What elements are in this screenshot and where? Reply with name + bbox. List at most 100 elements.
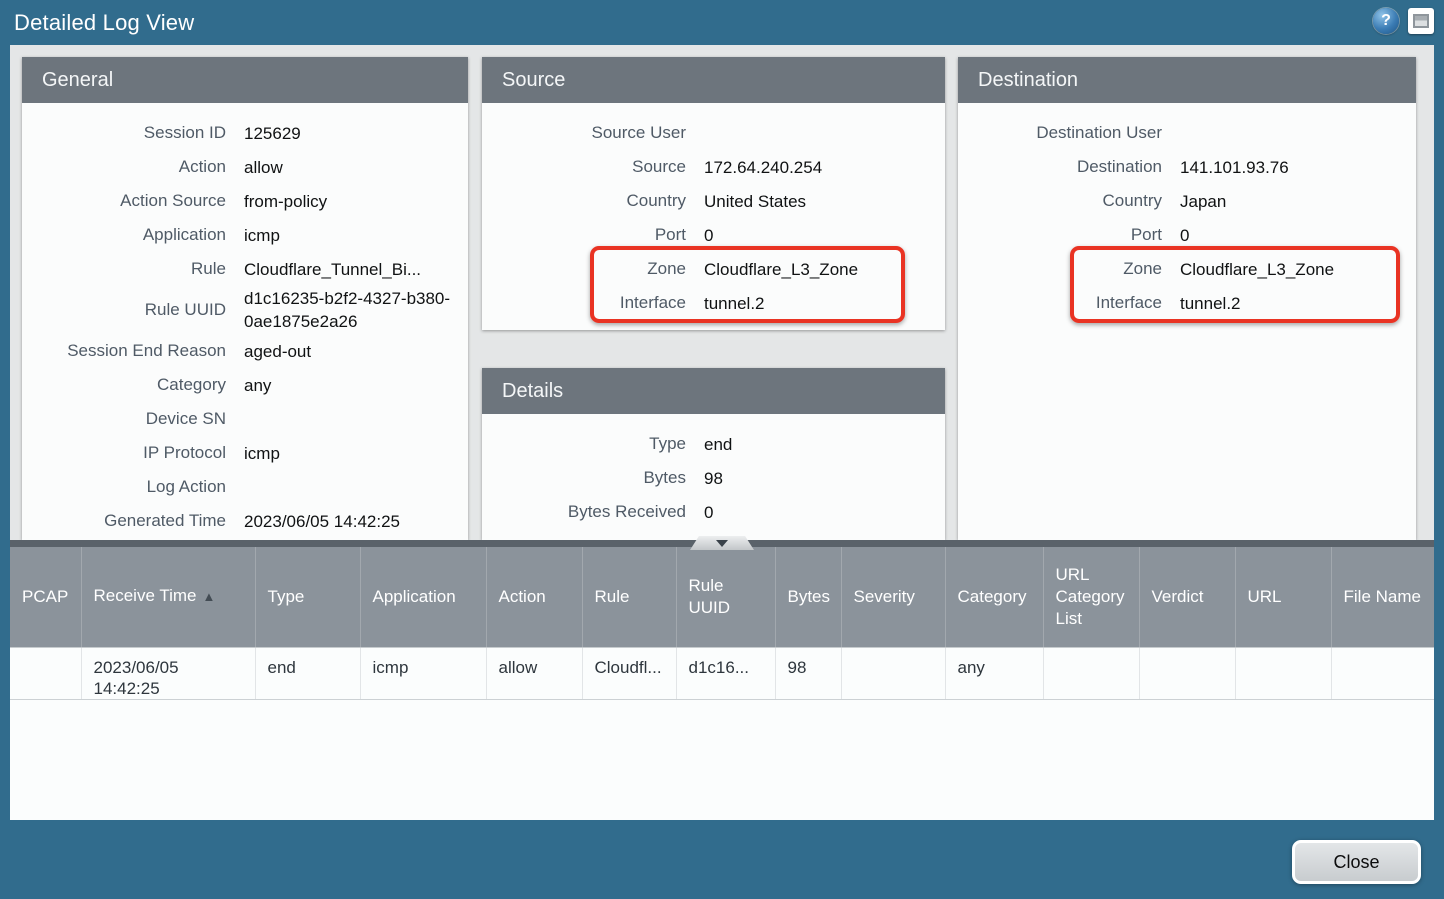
log-table: PCAP Receive Time ▲ Type Application Acti… <box>10 547 1434 700</box>
field-label: Generated Time <box>104 511 226 530</box>
column-header-severity[interactable]: Severity <box>841 547 946 648</box>
field-value: tunnel.2 <box>1180 293 1241 313</box>
close-button[interactable]: Close <box>1292 840 1421 884</box>
panel-details-title: Details <box>482 368 945 414</box>
column-header-type[interactable]: Type <box>255 547 361 648</box>
dialog-titlebar: Detailed Log View ? <box>0 0 1444 45</box>
field-value: Japan <box>1180 191 1227 211</box>
field-value: 141.101.93.76 <box>1180 157 1289 177</box>
panel-source: Source Source User Source 172.64.240.254 … <box>482 57 945 330</box>
field-value: 125629 <box>244 123 301 143</box>
field-row-action-source: Action Source from-policy <box>22 184 468 218</box>
field-value: 2023/06/05 14:42:25 <box>244 511 400 531</box>
field-row-destination-user: Destination User <box>958 116 1416 150</box>
field-value: allow <box>244 157 283 177</box>
field-row-log-action: Log Action <box>22 470 468 504</box>
cell-category: any <box>945 647 1044 700</box>
panel-destination-title: Destination <box>958 57 1416 103</box>
column-header-application[interactable]: Application <box>360 547 487 648</box>
field-value: 0 <box>1180 225 1190 245</box>
field-label: Log Action <box>146 477 226 496</box>
column-header-category[interactable]: Category <box>945 547 1044 648</box>
cell-bytes: 98 <box>775 647 842 700</box>
field-row-action: Action allow <box>22 150 468 184</box>
cell-type: end <box>255 647 361 700</box>
field-row-bytes-received: Bytes Received 0 <box>482 495 945 529</box>
field-value: 172.64.240.254 <box>704 157 823 177</box>
field-row-destination-interface: Interface tunnel.2 <box>958 286 1416 320</box>
log-detail-content: General Session ID 125629 Action allow Act… <box>10 45 1434 540</box>
field-label: Action Source <box>120 191 226 210</box>
field-value: icmp <box>244 443 280 463</box>
column-header-bytes[interactable]: Bytes <box>775 547 842 648</box>
cell-action: allow <box>486 647 583 700</box>
help-icon[interactable]: ? <box>1373 8 1399 34</box>
field-label: Interface <box>1095 293 1162 312</box>
column-header-verdict[interactable]: Verdict <box>1139 547 1236 648</box>
panel-destination: Destination Destination User Destination… <box>958 57 1416 540</box>
field-label: Destination <box>1076 157 1162 176</box>
panel-general-title: General <box>22 57 468 103</box>
field-row-source-interface: Interface tunnel.2 <box>482 286 945 320</box>
field-label: Rule <box>191 259 226 278</box>
titlebar-icons: ? <box>1373 8 1434 34</box>
column-header-rule-uuid[interactable]: Rule UUID <box>676 547 776 648</box>
column-header-file-name[interactable]: File Name <box>1331 547 1434 648</box>
column-header-pcap[interactable]: PCAP <box>10 547 82 648</box>
collapse-table-handle[interactable] <box>690 536 754 550</box>
field-value: from-policy <box>244 191 328 211</box>
field-row-rule-uuid: Rule UUID d1c16235-b2f2-4327-b380-0ae1875… <box>22 286 468 334</box>
field-value: d1c16235-b2f2-4327-b380-0ae1875e2a26 <box>244 289 451 331</box>
cell-severity <box>841 647 946 700</box>
field-label: Type <box>649 434 686 453</box>
field-value: Cloudflare_L3_Zone <box>1180 259 1335 279</box>
restore-window-icon[interactable] <box>1408 8 1434 34</box>
field-label: Bytes <box>643 468 686 487</box>
cell-verdict <box>1139 647 1236 700</box>
field-row-source: Source 172.64.240.254 <box>482 150 945 184</box>
field-label: Session End Reason <box>67 341 226 360</box>
field-label: Action <box>178 157 226 176</box>
log-table-region: PCAP Receive Time ▲ Type Application Acti… <box>10 536 1434 820</box>
field-label: Rule UUID <box>144 300 226 319</box>
field-label: Country <box>626 191 686 210</box>
panel-source-title: Source <box>482 57 945 103</box>
destination-zone-interface-group: Zone Cloudflare_L3_Zone Interface tunnel.2 <box>958 246 1416 323</box>
cell-receive-time: 2023/06/05 14:42:25 <box>81 647 256 700</box>
field-label: Source <box>632 157 686 176</box>
source-zone-interface-group: Zone Cloudflare_L3_Zone Interface tunnel.2 <box>482 246 945 323</box>
restore-window-icon-inner <box>1413 14 1429 28</box>
field-value: United States <box>704 191 807 211</box>
field-row-destination-zone: Zone Cloudflare_L3_Zone <box>958 252 1416 286</box>
column-header-url[interactable]: URL <box>1235 547 1332 648</box>
field-row-device-sn: Device SN <box>22 402 468 436</box>
field-row-bytes: Bytes 98 <box>482 461 945 495</box>
field-row-destination-port: Port 0 <box>958 218 1416 252</box>
dialog-title: Detailed Log View <box>14 10 195 35</box>
field-row-type: Type end <box>482 427 945 461</box>
field-row-source-zone: Zone Cloudflare_L3_Zone <box>482 252 945 286</box>
field-value: Cloudflare_Tunnel_Bi... <box>244 259 422 279</box>
field-row-destination: Destination 141.101.93.76 <box>958 150 1416 184</box>
field-value: tunnel.2 <box>704 293 765 313</box>
column-header-url-category-list[interactable]: URL Category List <box>1043 547 1140 648</box>
column-header-action[interactable]: Action <box>486 547 583 648</box>
log-table-row[interactable]: 2023/06/05 14:42:25 end icmp allow Cloud… <box>10 647 1434 700</box>
field-label: Bytes Received <box>567 502 686 521</box>
field-row-source-country: Country United States <box>482 184 945 218</box>
field-label: Category <box>157 375 226 394</box>
field-label: Zone <box>1123 259 1162 278</box>
field-row-session-end-reason: Session End Reason aged-out <box>22 334 468 368</box>
column-header-receive-time[interactable]: Receive Time ▲ <box>81 547 256 648</box>
field-label: Device SN <box>145 409 226 428</box>
field-row-generated-time: Generated Time 2023/06/05 14:42:25 <box>22 504 468 538</box>
cell-pcap <box>10 647 82 700</box>
cell-url-category-list <box>1043 647 1140 700</box>
field-row-session-id: Session ID 125629 <box>22 116 468 150</box>
field-label: IP Protocol <box>143 443 226 462</box>
panel-general: General Session ID 125629 Action allow Act… <box>22 57 468 540</box>
field-row-source-port: Port 0 <box>482 218 945 252</box>
field-label: Interface <box>619 293 686 312</box>
field-value: 98 <box>704 468 723 488</box>
column-header-rule[interactable]: Rule <box>582 547 677 648</box>
